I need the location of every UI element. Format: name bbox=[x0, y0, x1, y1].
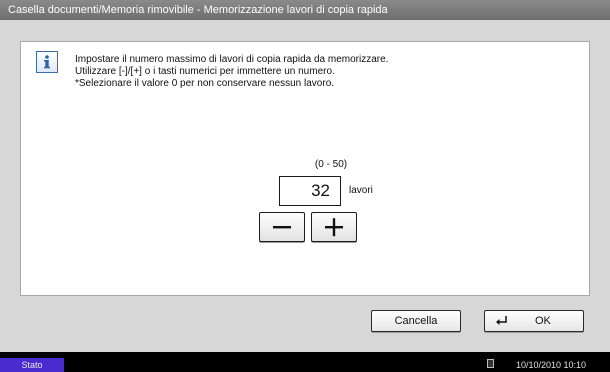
cancel-button[interactable]: Cancella bbox=[371, 310, 461, 332]
jobs-count-field[interactable]: 32 bbox=[279, 176, 341, 206]
ok-label: OK bbox=[535, 315, 551, 327]
info-panel: Impostare il numero massimo di lavori di… bbox=[20, 41, 590, 296]
status-bar: Stato 10/10/2010 10:10 bbox=[0, 352, 610, 372]
unit-label: lavori bbox=[349, 185, 373, 196]
instruction-line: Impostare il numero massimo di lavori di… bbox=[75, 54, 389, 65]
minus-icon bbox=[273, 226, 291, 229]
date-time: 10/10/2010 10:10 bbox=[516, 360, 587, 370]
instruction-line: Utilizzare [-]/[+] o i tasti numerici pe… bbox=[75, 66, 335, 77]
enter-icon bbox=[496, 316, 507, 325]
instruction-line: *Selezionare il valore 0 per non conserv… bbox=[75, 78, 335, 89]
memory-card-icon bbox=[487, 359, 494, 368]
info-icon bbox=[36, 51, 58, 73]
increment-button[interactable] bbox=[311, 212, 357, 242]
ok-button[interactable]: OK bbox=[484, 310, 584, 332]
status-button[interactable]: Stato bbox=[0, 358, 64, 372]
main-content: Impostare il numero massimo di lavori di… bbox=[0, 20, 610, 352]
range-label: (0 - 50) bbox=[314, 159, 348, 170]
window-title: Casella documenti/Memoria rimovibile - M… bbox=[0, 0, 610, 20]
plus-icon bbox=[325, 218, 343, 237]
instructions-text: Impostare il numero massimo di lavori di… bbox=[75, 54, 575, 90]
decrement-button[interactable] bbox=[259, 212, 305, 242]
